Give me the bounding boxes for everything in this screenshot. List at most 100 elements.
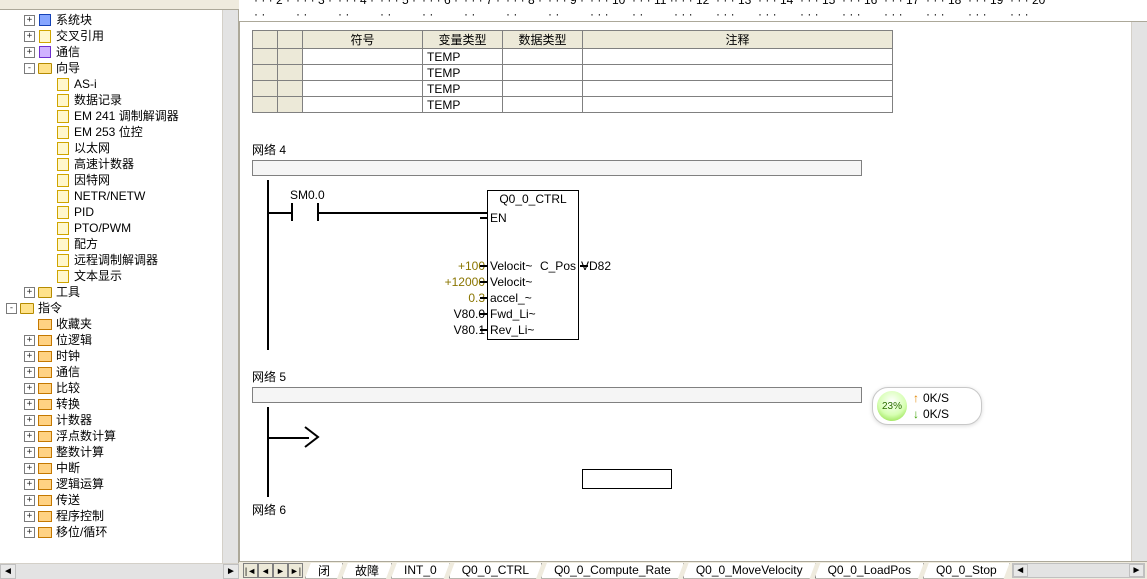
scroll-left-icon[interactable]: ◄ — [0, 564, 16, 579]
network-5[interactable]: 网络 5 — [252, 368, 1135, 497]
tree-item[interactable]: +系统块 — [2, 12, 222, 28]
network-speed-widget[interactable]: 23% ↑0K/S ↓0K/S — [872, 387, 982, 425]
scroll-right-icon[interactable]: ► — [1129, 564, 1144, 577]
tree-item[interactable]: 配方 — [2, 236, 222, 252]
tree-item[interactable]: +移位/循环 — [2, 524, 222, 540]
ladder-rung[interactable] — [252, 407, 872, 497]
tree-expand-icon[interactable]: + — [24, 431, 35, 442]
ladder-rung[interactable]: SM0.0 Q0_0_CTRL EN +100 Velocit~ +12000 … — [252, 180, 872, 350]
tree-expand-icon[interactable]: + — [24, 351, 35, 362]
editor-tab[interactable]: Q0_0_Stop — [923, 563, 1010, 579]
editor-pane: · · · 2 · · ·· · · 3 · · ·· · · 4 · · ··… — [239, 0, 1147, 579]
tab-nav-next-icon[interactable]: ► — [273, 563, 288, 578]
editor-vertical-scrollbar[interactable] — [1131, 22, 1147, 561]
tree-expand-icon[interactable]: + — [24, 15, 35, 26]
tree-expand-icon[interactable]: + — [24, 367, 35, 378]
tree-item[interactable]: 因特网 — [2, 172, 222, 188]
tree-expand-icon[interactable]: + — [24, 511, 35, 522]
editor-tab[interactable]: Q0_0_MoveVelocity — [683, 563, 816, 579]
scroll-right-icon[interactable]: ► — [223, 564, 239, 579]
tree-item[interactable]: +逻辑运算 — [2, 476, 222, 492]
tree-item[interactable]: +中断 — [2, 460, 222, 476]
tree-item[interactable]: EM 253 位控 — [2, 124, 222, 140]
tree-item[interactable]: +位逻辑 — [2, 332, 222, 348]
tree-vertical-scrollbar[interactable] — [222, 10, 238, 563]
tree-item[interactable]: 收藏夹 — [2, 316, 222, 332]
tree-item[interactable]: -指令 — [2, 300, 222, 316]
tree-item[interactable]: +时钟 — [2, 348, 222, 364]
network-4[interactable]: 网络 4 SM0.0 Q0_0_CTRL EN +100 — [252, 141, 1135, 350]
editor-horizontal-scrollbar[interactable]: ◄ ► — [1012, 563, 1145, 578]
tree-item[interactable]: +交叉引用 — [2, 28, 222, 44]
tree-expand-icon[interactable]: + — [24, 383, 35, 394]
tree-horizontal-scrollbar[interactable]: ◄ ► — [0, 563, 239, 579]
tree-item-label: 配方 — [74, 236, 98, 252]
tree-item[interactable]: +浮点数计算 — [2, 428, 222, 444]
tree-item[interactable]: +通信 — [2, 44, 222, 60]
editor-tab[interactable]: 故障 — [342, 563, 392, 579]
tree-expand-icon[interactable]: + — [24, 527, 35, 538]
table-row[interactable]: TEMP — [253, 65, 893, 81]
tree-item[interactable]: +转换 — [2, 396, 222, 412]
editor-tab[interactable]: Q0_0_LoadPos — [815, 563, 924, 579]
tree-collapse-icon[interactable]: - — [6, 303, 17, 314]
tree-expand-icon[interactable]: + — [24, 287, 35, 298]
editor-tab[interactable]: INT_0 — [391, 563, 450, 579]
editor-tab[interactable]: 闭 — [305, 563, 343, 579]
function-block[interactable]: Q0_0_CTRL EN +100 Velocit~ +12000 Veloci… — [487, 190, 579, 340]
tree-item[interactable]: 数据记录 — [2, 92, 222, 108]
tree-item[interactable]: -向导 — [2, 60, 222, 76]
tree-item[interactable]: PID — [2, 204, 222, 220]
tree-expand-icon[interactable]: + — [24, 47, 35, 58]
tree-item-label: 数据记录 — [74, 92, 122, 108]
scroll-left-icon[interactable]: ◄ — [1013, 564, 1028, 577]
tree-item[interactable]: +程序控制 — [2, 508, 222, 524]
tree-expand-icon[interactable]: + — [24, 479, 35, 490]
symbol-table[interactable]: 符号 变量类型 数据类型 注释 TEMPTEMPTEMPTEMP — [252, 30, 893, 113]
file-icon — [55, 124, 71, 140]
tree-item[interactable]: PTO/PWM — [2, 220, 222, 236]
tree-expand-icon[interactable]: + — [24, 335, 35, 346]
tree-item[interactable]: +传送 — [2, 492, 222, 508]
tree-item[interactable]: 以太网 — [2, 140, 222, 156]
tree-expand-icon[interactable]: + — [24, 447, 35, 458]
tree-expand-icon[interactable]: + — [24, 495, 35, 506]
tree-item[interactable]: +工具 — [2, 284, 222, 300]
tree-item[interactable]: + 通信 — [2, 364, 222, 380]
network-comment[interactable] — [252, 387, 862, 403]
table-row[interactable]: TEMP — [253, 97, 893, 113]
tree-expand-icon[interactable]: + — [24, 415, 35, 426]
tree-expand-icon[interactable]: + — [24, 399, 35, 410]
tree-item[interactable]: +整数计算 — [2, 444, 222, 460]
sym-col-vartype[interactable]: 变量类型 — [423, 31, 503, 49]
table-row[interactable]: TEMP — [253, 81, 893, 97]
network-6[interactable]: 网络 6 — [252, 501, 1135, 518]
network-comment[interactable] — [252, 160, 862, 176]
tree-expand-icon[interactable]: + — [24, 463, 35, 474]
tree-expand-icon[interactable]: + — [24, 31, 35, 42]
tree-item[interactable]: 高速计数器 — [2, 156, 222, 172]
tab-nav-first-icon[interactable]: |◄ — [243, 563, 258, 578]
no-contact[interactable] — [291, 203, 319, 221]
tree-item[interactable]: AS-i — [2, 76, 222, 92]
sym-col-comment[interactable]: 注释 — [583, 31, 893, 49]
tree-item[interactable]: 文本显示 — [2, 268, 222, 284]
tree-collapse-icon[interactable]: - — [24, 63, 35, 74]
tree-item[interactable]: +比较 — [2, 380, 222, 396]
tree-item[interactable]: 远程调制解调器 — [2, 252, 222, 268]
ladder-editor[interactable]: 符号 变量类型 数据类型 注释 TEMPTEMPTEMPTEMP 网络 4 SM… — [239, 22, 1147, 561]
tree-item-label: 通信 — [56, 364, 80, 380]
file-icon — [55, 92, 71, 108]
sym-col-datatype[interactable]: 数据类型 — [503, 31, 583, 49]
tree-item[interactable]: EM 241 调制解调器 — [2, 108, 222, 124]
tree-item[interactable]: NETR/NETW — [2, 188, 222, 204]
editor-tab[interactable]: Q0_0_CTRL — [449, 563, 542, 579]
editor-tab[interactable]: Q0_0_Compute_Rate — [541, 563, 684, 579]
table-row[interactable]: TEMP — [253, 49, 893, 65]
sym-col-symbol[interactable]: 符号 — [303, 31, 423, 49]
tab-nav-prev-icon[interactable]: ◄ — [258, 563, 273, 578]
tab-nav-last-icon[interactable]: ►| — [288, 563, 303, 578]
empty-box[interactable] — [582, 469, 672, 489]
project-tree[interactable]: +系统块+交叉引用+通信-向导AS-i数据记录EM 241 调制解调器EM 25… — [0, 10, 222, 563]
tree-item[interactable]: +计数器 — [2, 412, 222, 428]
